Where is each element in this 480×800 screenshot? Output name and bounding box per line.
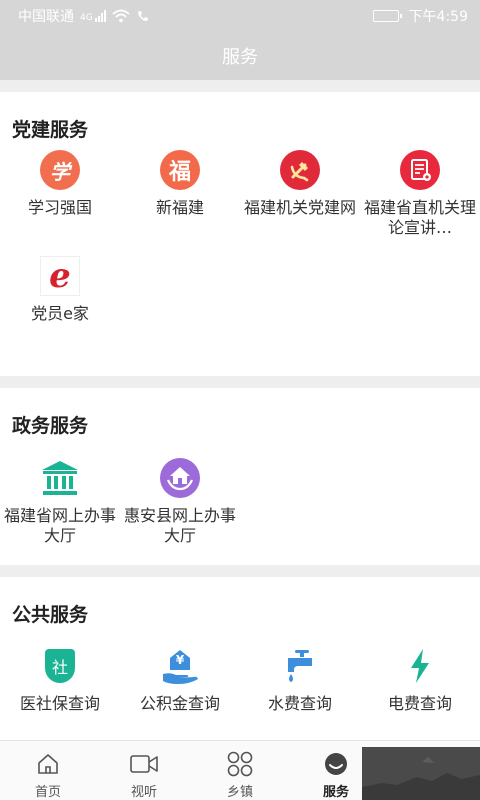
tab-label: 乡镇 [226, 785, 253, 800]
service-item-label: 公积金查询 [139, 694, 220, 713]
wifi-calling-icon [137, 11, 148, 21]
service-item-xin-fujian[interactable]: 福 新福建 [120, 150, 240, 218]
service-item-fujian-shengzhi-jiguan[interactable]: 福建省直机关理论宣讲… [360, 150, 480, 238]
service-item-label: 福建机关党建网 [244, 198, 357, 217]
lightning-icon [400, 646, 440, 686]
floating-video-thumbnail[interactable] [362, 747, 480, 800]
section-title: 公共服务 [12, 604, 89, 626]
tab-video[interactable]: 视听 [96, 741, 192, 800]
tab-towns[interactable]: 乡镇 [192, 741, 288, 800]
section-public-services: 公共服务 社 医社保查询 ¥ 公积金查询 水费查询 电费查询 [0, 577, 480, 740]
service-item-label: 学习强国 [27, 198, 92, 217]
network-label: 4G [80, 13, 93, 23]
tab-home[interactable]: 首页 [0, 741, 96, 800]
e-logo-icon: e [40, 256, 80, 296]
service-item-social-insurance[interactable]: 社 医社保查询 [0, 646, 120, 714]
government-building-icon [40, 458, 80, 498]
service-item-label: 医社保查询 [19, 694, 100, 713]
status-bar: 中国联通 4G 下午4:59 [0, 0, 480, 32]
xuexi-qiangguo-icon: 学 [40, 150, 80, 190]
wifi-icon [112, 9, 130, 23]
service-item-label: 福建省网上办事大厅 [4, 506, 117, 545]
clock-label: 下午4:59 [408, 9, 468, 25]
service-item-label: 电费查询 [387, 694, 452, 713]
home-icon [0, 749, 96, 779]
service-item-fujian-online-hall[interactable]: 福建省网上办事大厅 [0, 458, 120, 546]
fu-character-icon: 福 [160, 150, 200, 190]
service-item-dangyuan-ejia[interactable]: e 党员e家 [0, 256, 120, 324]
party-emblem-icon [280, 150, 320, 190]
battery-icon [372, 10, 402, 22]
page-title: 服务 [222, 47, 258, 68]
service-item-electricity-bill[interactable]: 电费查询 [360, 646, 480, 714]
tab-label: 视听 [130, 785, 157, 800]
document-icon [400, 150, 440, 190]
section-party-services: 党建服务 学 学习强国 福 新福建 福建机关党建网 福建省直机关理论宣讲… e … [0, 92, 480, 376]
service-item-xuexi[interactable]: 学 学习强国 [0, 150, 120, 218]
section-title: 党建服务 [12, 119, 89, 141]
signal-icon [94, 10, 106, 22]
service-item-huian-online-hall[interactable]: 惠安县网上办事大厅 [120, 458, 240, 546]
carrier-label: 中国联通 [18, 9, 74, 25]
title-bar: 服务 [0, 32, 480, 80]
service-item-label: 福建省直机关理论宣讲… [364, 198, 477, 237]
service-item-housing-fund[interactable]: ¥ 公积金查询 [120, 646, 240, 714]
service-item-label: 党员e家 [31, 304, 89, 323]
video-icon [96, 749, 192, 779]
housing-fund-hand-icon: ¥ [160, 646, 200, 686]
service-item-label: 惠安县网上办事大厅 [124, 506, 237, 545]
social-insurance-shield-icon: 社 [40, 646, 80, 686]
house-hands-icon [160, 458, 200, 498]
service-item-water-bill[interactable]: 水费查询 [240, 646, 360, 714]
tab-label: 首页 [34, 785, 61, 800]
service-item-label: 水费查询 [267, 694, 332, 713]
service-item-fujian-jiguan-dangjian[interactable]: 福建机关党建网 [240, 150, 360, 218]
water-faucet-icon [280, 646, 320, 686]
service-item-label: 新福建 [155, 198, 204, 217]
section-government-services: 政务服务 福建省网上办事大厅 惠安县网上办事大厅 [0, 388, 480, 565]
grid-circles-icon [192, 749, 288, 779]
section-title: 政务服务 [12, 415, 89, 437]
